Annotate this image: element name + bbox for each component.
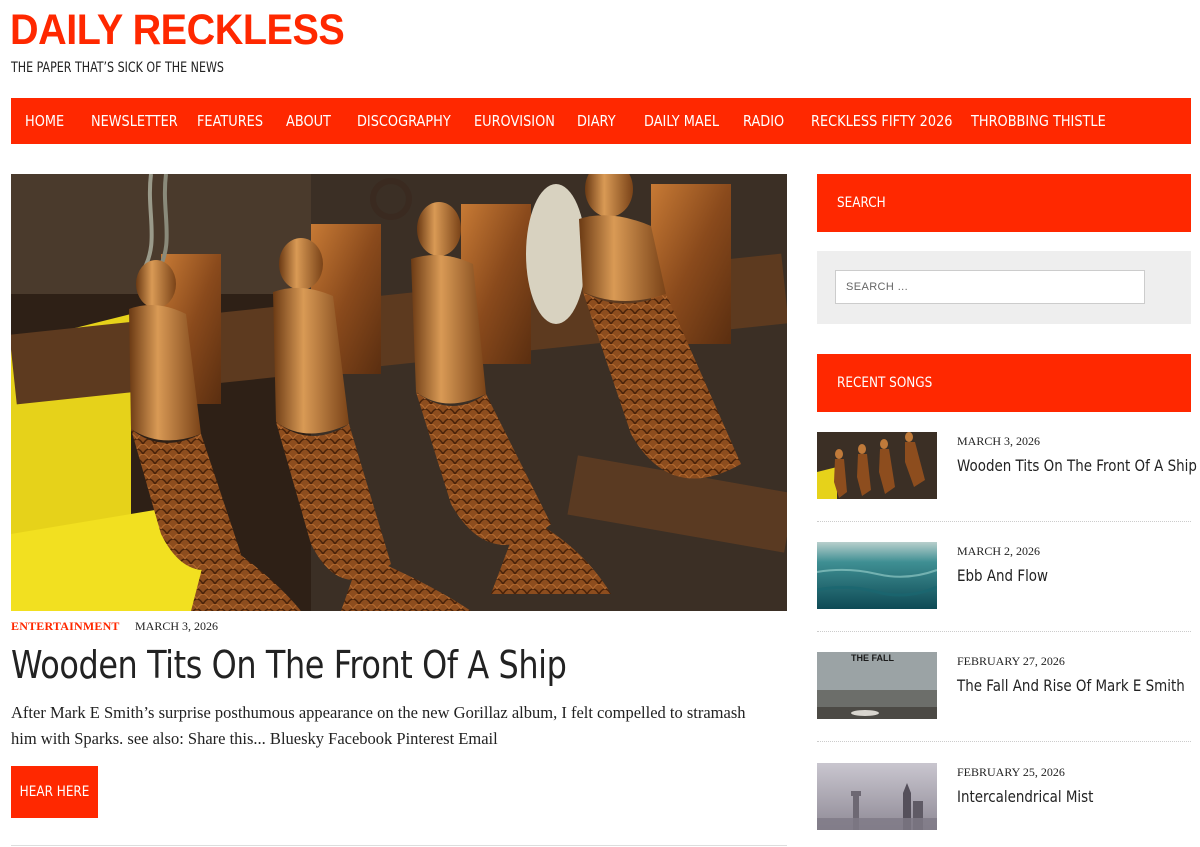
nav-item-throbbing-thistle[interactable]: THROBBING THISTLE	[971, 112, 1106, 130]
post-meta: ENTERTAINMENT MARCH 3, 2026	[11, 619, 218, 634]
song-thumbnail[interactable]	[817, 763, 937, 830]
song-date: FEBRUARY 27, 2026	[957, 654, 1065, 668]
song-divider	[817, 741, 1191, 742]
thumbnail-text: THE FALL	[851, 653, 894, 663]
search-heading-label: SEARCH	[837, 195, 886, 211]
misty-city-thumbnail	[817, 763, 937, 830]
song-title[interactable]: Wooden Tits On The Front Of A Ship	[957, 456, 1197, 475]
mermaid-thumbnail-image	[817, 432, 937, 499]
post-category[interactable]: ENTERTAINMENT	[11, 619, 120, 633]
nav-item-discography[interactable]: DISCOGRAPHY	[357, 112, 458, 130]
recent-song-item: MARCH 3, 2026 Wooden Tits On The Front O…	[817, 432, 1197, 542]
hear-here-button[interactable]: HEAR HERE	[11, 766, 98, 818]
song-title[interactable]: Intercalendrical Mist	[957, 787, 1093, 806]
song-divider	[817, 631, 1191, 632]
site-title[interactable]: DAILY RECKLESS	[10, 6, 345, 55]
nav-item-radio[interactable]: RADIO	[743, 112, 801, 130]
post-divider	[11, 845, 787, 846]
hear-here-label: HEAR HERE	[19, 784, 90, 800]
song-title[interactable]: Ebb And Flow	[957, 566, 1048, 585]
featured-image[interactable]	[11, 174, 787, 611]
post-excerpt: After Mark E Smith’s surprise posthumous…	[11, 703, 746, 748]
song-date: MARCH 2, 2026	[957, 544, 1041, 558]
song-date: FEBRUARY 25, 2026	[957, 765, 1065, 779]
nav-item-newsletter[interactable]: NEWSLETTER	[91, 112, 182, 130]
song-title[interactable]: The Fall And Rise Of Mark E Smith	[957, 676, 1185, 695]
nav-item-home[interactable]: HOME	[25, 112, 82, 130]
sea-thumbnail-image	[817, 542, 937, 609]
song-thumbnail[interactable]: THE FALL	[817, 652, 937, 719]
recent-songs-heading-label: RECENT SONGS	[837, 375, 933, 391]
song-thumbnail[interactable]	[817, 542, 937, 609]
search-widget	[817, 251, 1191, 324]
nav-item-daily-mael[interactable]: DAILY MAEL	[644, 112, 729, 130]
recent-song-item: FEBRUARY 25, 2026 Intercalendrical Mist	[817, 763, 1191, 847]
site-tagline: THE PAPER THAT’S SICK OF THE NEWS	[11, 60, 224, 76]
nav-item-eurovision[interactable]: EUROVISION	[474, 112, 563, 130]
recent-song-item: MARCH 2, 2026 Ebb And Flow	[817, 542, 1191, 652]
nav-item-features[interactable]: FEATURES	[197, 112, 274, 130]
mermaid-figureheads-image	[11, 174, 787, 611]
song-divider	[817, 521, 1191, 522]
post-title[interactable]: Wooden Tits On The Front Of A Ship	[11, 643, 567, 687]
nav-item-about[interactable]: ABOUT	[286, 112, 347, 130]
post-date: MARCH 3, 2026	[134, 619, 218, 633]
song-date: MARCH 3, 2026	[957, 434, 1041, 448]
nav-item-reckless-fifty[interactable]: RECKLESS FIFTY 2026	[811, 112, 953, 130]
search-widget-heading: SEARCH	[817, 174, 1191, 232]
the-fall-album-thumbnail: THE FALL	[817, 652, 937, 719]
song-thumbnail[interactable]	[817, 432, 937, 499]
nav-item-diary[interactable]: DIARY	[577, 112, 635, 130]
search-input[interactable]	[835, 270, 1145, 304]
recent-song-item: THE FALL FEBRUARY 27, 2026 The Fall And …	[817, 652, 1191, 762]
recent-songs-heading: RECENT SONGS	[817, 354, 1191, 412]
main-nav: HOME NEWSLETTER FEATURES ABOUT DISCOGRAP…	[11, 98, 1191, 144]
